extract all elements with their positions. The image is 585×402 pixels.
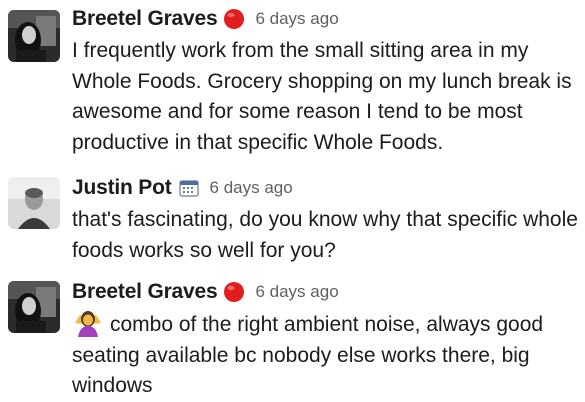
red-circle-icon [223,8,245,30]
person-shrugging-icon [72,309,104,337]
avatar[interactable] [8,10,60,62]
calendar-icon [178,177,200,199]
timestamp[interactable]: 6 days ago [210,178,293,198]
author-name[interactable]: Justin Pot [72,176,172,200]
message-header: Justin Pot 6 days ago [72,173,579,203]
author-name[interactable]: Breetel Graves [72,7,218,31]
message-text-container: combo of the right ambient noise, always… [72,309,579,402]
message-thread: Breetel Graves 6 days ago I frequently w… [0,0,585,400]
avatar[interactable] [8,281,60,333]
message-text: I frequently work from the small sitting… [72,39,572,154]
author-name[interactable]: Breetel Graves [72,280,218,304]
message-header: Breetel Graves 6 days ago [72,277,579,307]
message-text: combo of the right ambient noise, always… [72,313,544,397]
red-circle-icon [223,281,245,303]
avatar[interactable] [8,177,60,229]
timestamp[interactable]: 6 days ago [255,9,338,29]
message-header: Breetel Graves 6 days ago [72,4,579,34]
timestamp[interactable]: 6 days ago [255,282,338,302]
message-text: that's fascinating, do you know why that… [72,208,578,262]
